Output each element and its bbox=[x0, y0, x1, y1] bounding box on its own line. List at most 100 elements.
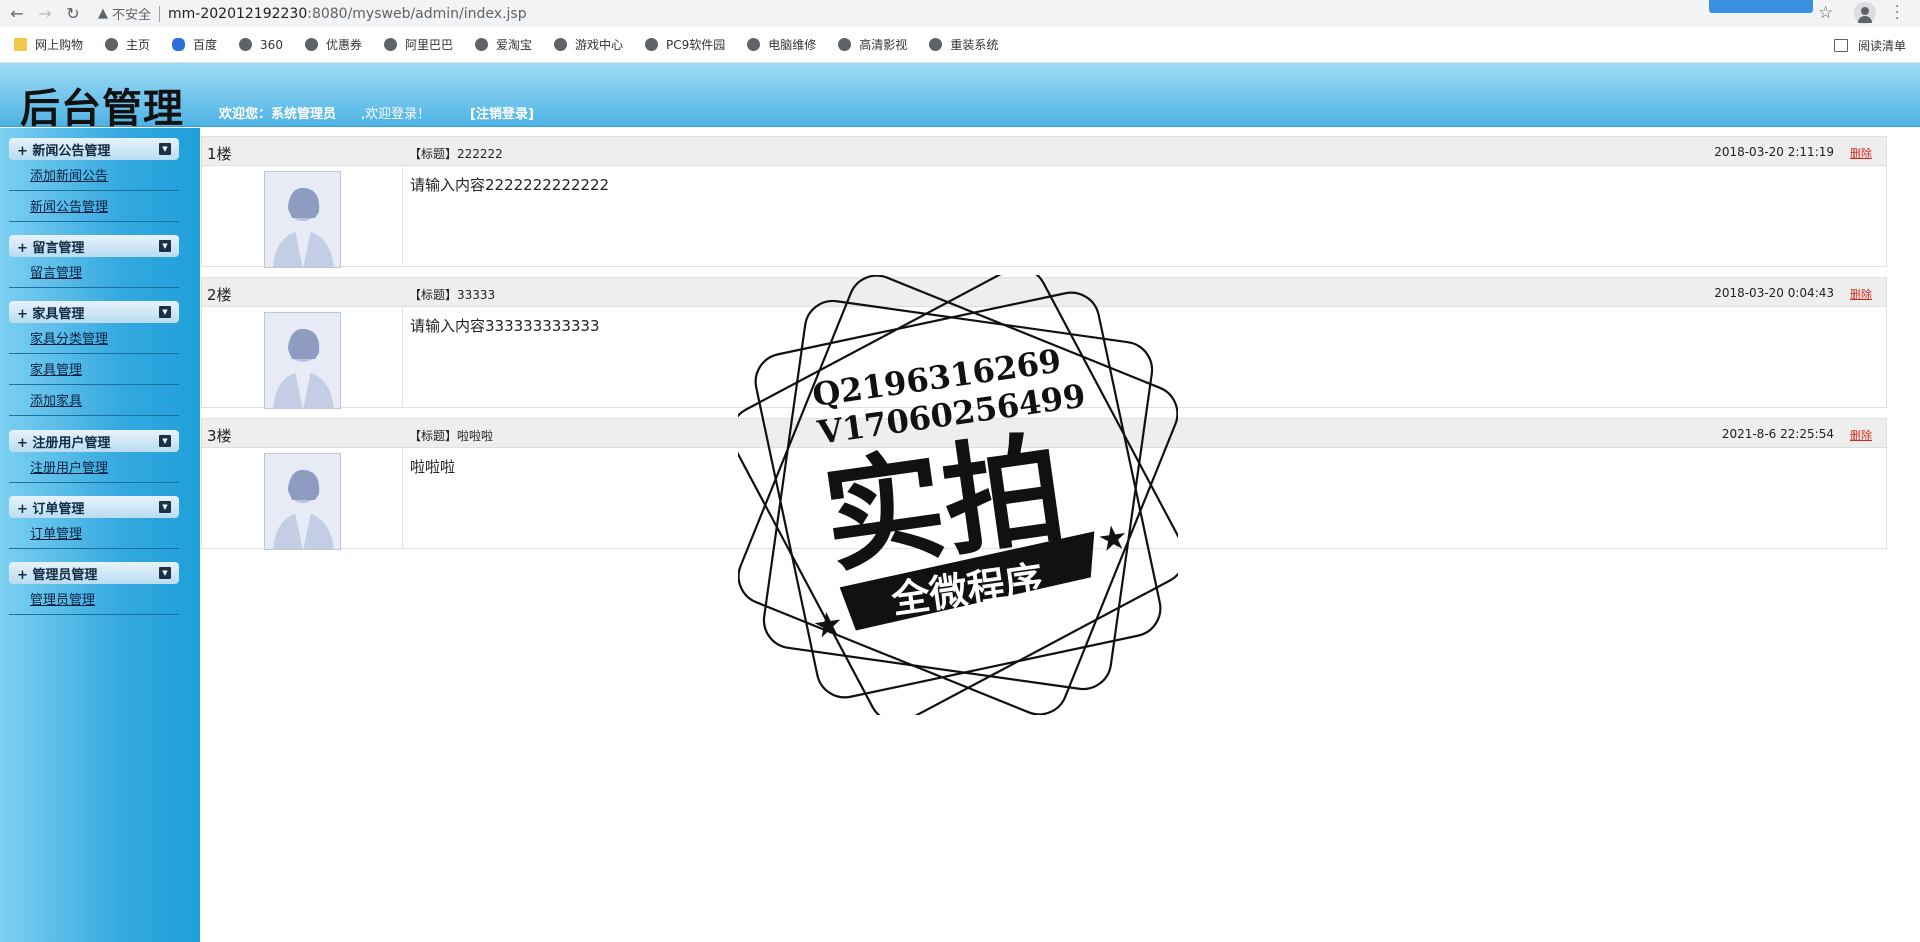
globe-icon bbox=[383, 38, 397, 51]
browser-menu-icon[interactable]: · · · bbox=[1895, 0, 1899, 26]
column-divider bbox=[402, 448, 403, 548]
post-header: 2楼 【标题】33333 2018-03-20 0:04:43 删除 bbox=[202, 278, 1886, 307]
post-date: 2021-8-6 22:25:54 bbox=[1721, 427, 1834, 441]
bookmark-item[interactable]: 重装系统 bbox=[929, 36, 998, 53]
warning-icon: ▲ bbox=[98, 6, 108, 21]
globe-icon bbox=[554, 38, 567, 51]
menu-header-furniture[interactable]: + 家具管理 ▼ bbox=[9, 301, 179, 323]
welcome-text: 欢迎您：系统管理员 bbox=[219, 107, 337, 122]
bookmark-item[interactable]: 优惠券 bbox=[304, 36, 362, 53]
globe-icon bbox=[239, 38, 253, 51]
dropdown-arrow-icon: ▼ bbox=[159, 501, 171, 513]
back-arrow-icon[interactable]: ← bbox=[6, 3, 28, 25]
main-content: 1楼 【标题】222222 2018-03-20 2:11:19 删除 请输入内… bbox=[200, 128, 1920, 942]
menu-group-admins: + 管理员管理 ▼ 管理员管理 bbox=[9, 562, 179, 615]
menu-item-news-manage[interactable]: 新闻公告管理 bbox=[9, 191, 179, 222]
menu-item-furniture-manage[interactable]: 家具管理 bbox=[9, 354, 179, 385]
globe-icon bbox=[747, 38, 761, 51]
post-title: 【标题】33333 bbox=[409, 288, 496, 302]
delete-link[interactable]: 删除 bbox=[1850, 145, 1872, 161]
globe-icon bbox=[929, 38, 943, 51]
forward-arrow-icon[interactable]: → bbox=[34, 3, 56, 25]
menu-item-add-furniture[interactable]: 添加家具 bbox=[9, 385, 179, 416]
globe-icon bbox=[645, 38, 659, 51]
bookmark-item[interactable]: 电脑维修 bbox=[747, 36, 816, 53]
menu-item-users[interactable]: 注册用户管理 bbox=[9, 452, 179, 483]
address-bar[interactable]: ▲ 不安全 mm-202012192230:8080/mysweb/admin/… bbox=[92, 2, 1712, 25]
post-title: 【标题】222222 bbox=[409, 147, 503, 161]
globe-icon bbox=[304, 38, 318, 51]
app-header: 后台管理 欢迎您：系统管理员 ,欢迎登录！ [注销登录] bbox=[0, 63, 1920, 132]
menu-item-furniture-category[interactable]: 家具分类管理 bbox=[9, 323, 179, 354]
menu-group-orders: + 订单管理 ▼ 订单管理 bbox=[9, 496, 179, 549]
bookmark-star-icon[interactable]: ☆ bbox=[1818, 3, 1833, 23]
dropdown-arrow-icon: ▼ bbox=[159, 435, 171, 447]
post-body: 请输入内容2222222222222 bbox=[202, 166, 1886, 268]
menu-group-users: + 注册用户管理 ▼ 注册用户管理 bbox=[9, 430, 179, 483]
message-post: 1楼 【标题】222222 2018-03-20 2:11:19 删除 请输入内… bbox=[201, 136, 1887, 268]
post-content: 请输入内容333333333333 bbox=[410, 317, 600, 335]
bookmark-item[interactable]: 游戏中心 bbox=[554, 36, 623, 53]
menu-group-news: + 新闻公告管理 ▼ 添加新闻公告 新闻公告管理 bbox=[9, 138, 179, 222]
profile-avatar-icon[interactable] bbox=[1854, 2, 1876, 24]
bookmark-item[interactable]: 网上购物 bbox=[14, 36, 83, 53]
delete-link[interactable]: 删除 bbox=[1850, 427, 1872, 443]
post-body: 请输入内容333333333333 bbox=[202, 307, 1886, 409]
menu-header-admins[interactable]: + 管理员管理 ▼ bbox=[9, 562, 179, 584]
menu-item-orders[interactable]: 订单管理 bbox=[9, 518, 179, 549]
dropdown-arrow-icon: ▼ bbox=[159, 240, 171, 252]
column-divider bbox=[402, 166, 403, 266]
extension-badge[interactable] bbox=[1709, 0, 1813, 13]
insecure-label: 不安全 bbox=[112, 8, 152, 23]
globe-icon bbox=[474, 38, 488, 51]
reading-list-icon bbox=[1833, 39, 1848, 52]
menu-header-orders[interactable]: + 订单管理 ▼ bbox=[9, 496, 179, 518]
app-layout: + 新闻公告管理 ▼ 添加新闻公告 新闻公告管理 + 留言管理 ▼ 留言管理 +… bbox=[0, 128, 1920, 942]
menu-group-messages: + 留言管理 ▼ 留言管理 bbox=[9, 235, 179, 288]
bookmark-item[interactable]: 主页 bbox=[105, 36, 150, 53]
floor-number: 1楼 bbox=[207, 145, 232, 163]
sidebar: + 新闻公告管理 ▼ 添加新闻公告 新闻公告管理 + 留言管理 ▼ 留言管理 +… bbox=[0, 128, 200, 942]
bookmark-item[interactable]: 百度 bbox=[172, 36, 217, 53]
bookmark-item[interactable]: 360 bbox=[239, 38, 283, 52]
logout-link[interactable]: [注销登录] bbox=[470, 103, 534, 122]
post-date: 2018-03-20 0:04:43 bbox=[1714, 286, 1834, 300]
avatar bbox=[264, 453, 341, 550]
post-body: 啦啦啦 bbox=[202, 448, 1886, 550]
url-separator bbox=[159, 5, 161, 22]
message-post: 3楼 【标题】啦啦啦 2021-8-6 22:25:54 删除 啦啦啦 bbox=[201, 418, 1887, 550]
post-header: 3楼 【标题】啦啦啦 2021-8-6 22:25:54 删除 bbox=[202, 419, 1886, 448]
folder-icon bbox=[14, 38, 27, 51]
bookmark-item[interactable]: 阿里巴巴 bbox=[383, 36, 453, 53]
menu-item-messages[interactable]: 留言管理 bbox=[9, 257, 179, 288]
url-path: :8080/mysweb/admin/index.jsp bbox=[307, 5, 527, 22]
reading-list-button[interactable]: 阅读清单 bbox=[1833, 37, 1906, 54]
bookmark-item[interactable]: 高清影视 bbox=[838, 36, 907, 53]
column-divider bbox=[402, 307, 403, 407]
globe-icon bbox=[105, 38, 119, 51]
post-date: 2018-03-20 2:11:19 bbox=[1714, 145, 1834, 159]
dropdown-arrow-icon: ▼ bbox=[159, 567, 171, 579]
post-content: 啦啦啦 bbox=[410, 458, 456, 476]
message-post: 2楼 【标题】33333 2018-03-20 0:04:43 删除 请输入内容… bbox=[201, 277, 1887, 409]
welcome-suffix: ,欢迎登录！ bbox=[361, 107, 431, 122]
menu-header-users[interactable]: + 注册用户管理 ▼ bbox=[9, 430, 179, 452]
bookmarks-bar: 网上购物 主页 百度 360 优惠券 阿里巴巴 爱淘宝 游戏中心 PC9软件园 … bbox=[0, 27, 1920, 63]
floor-number: 3楼 bbox=[207, 427, 232, 445]
delete-link[interactable]: 删除 bbox=[1850, 286, 1872, 302]
floor-number: 2楼 bbox=[207, 286, 232, 304]
menu-item-admins[interactable]: 管理员管理 bbox=[9, 584, 179, 615]
post-title: 【标题】啦啦啦 bbox=[409, 429, 494, 443]
bookmark-item[interactable]: PC9软件园 bbox=[645, 36, 725, 53]
post-header: 1楼 【标题】222222 2018-03-20 2:11:19 删除 bbox=[202, 137, 1886, 166]
globe-icon bbox=[838, 38, 852, 51]
menu-header-messages[interactable]: + 留言管理 ▼ bbox=[9, 235, 179, 257]
paw-icon bbox=[172, 38, 186, 51]
bookmark-item[interactable]: 爱淘宝 bbox=[474, 36, 532, 53]
browser-toolbar: ← → ↻ ▲ 不安全 mm-202012192230:8080/mysweb/… bbox=[0, 0, 1920, 27]
url-host: mm-202012192230 bbox=[168, 5, 308, 22]
menu-item-add-news[interactable]: 添加新闻公告 bbox=[9, 160, 179, 191]
menu-group-furniture: + 家具管理 ▼ 家具分类管理 家具管理 添加家具 bbox=[9, 301, 179, 416]
reload-icon[interactable]: ↻ bbox=[62, 3, 84, 25]
menu-header-news[interactable]: + 新闻公告管理 ▼ bbox=[9, 138, 179, 160]
